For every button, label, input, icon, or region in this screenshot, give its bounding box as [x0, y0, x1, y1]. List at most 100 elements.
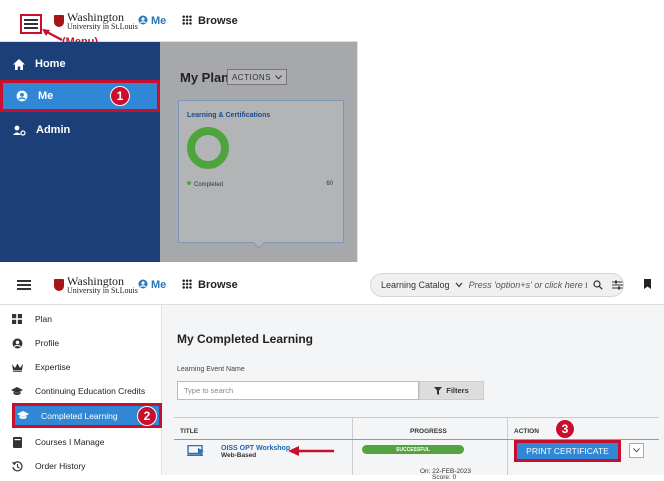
search-placeholder: Press 'option+s' or click here to s: [468, 280, 587, 290]
web-based-course-icon: [187, 445, 204, 456]
learning-event-search-input[interactable]: Type to search: [177, 381, 419, 400]
legend-completed: Completed: [187, 181, 223, 188]
my-plan-main: My Plan ACTIONS Learning & Certification…: [160, 42, 357, 262]
sidebar-item-label: Admin: [36, 124, 71, 136]
chevron-down-icon: [633, 448, 640, 453]
step-3-badge: 3: [555, 419, 575, 439]
crown-icon: [11, 361, 23, 373]
plan-grid-icon: [11, 313, 23, 325]
green-dot-icon: [187, 181, 191, 185]
hamburger-menu-icon[interactable]: [24, 19, 38, 21]
chevron-down-icon: [455, 282, 463, 288]
sidebar-item-label: Expertise: [35, 362, 71, 372]
learning-certifications-card[interactable]: Learning & Certifications Completed 60: [178, 100, 344, 249]
history-icon: [11, 460, 23, 472]
progress-status-badge: SUCCESSFUL: [362, 445, 464, 454]
column-header-progress: PROGRESS: [410, 428, 447, 435]
browse-link[interactable]: Browse: [182, 15, 238, 27]
bookmark-icon[interactable]: [644, 279, 651, 289]
sidebar-item-plan[interactable]: Plan: [0, 307, 162, 331]
more-actions-dropdown[interactable]: [629, 443, 644, 458]
filter-label: Learning Event Name: [177, 366, 245, 373]
logo-line2: University in St.Louis: [67, 286, 138, 295]
book-icon: [11, 436, 23, 448]
table-top-border: [174, 417, 659, 418]
hamburger-menu-icon[interactable]: [17, 280, 31, 282]
sidebar-item-expertise[interactable]: Expertise: [0, 355, 162, 379]
shield-icon: [54, 15, 64, 27]
browse-link[interactable]: Browse: [182, 279, 238, 291]
step-2-badge: 2: [137, 406, 157, 426]
sidebar-item-profile[interactable]: Profile: [0, 331, 162, 355]
sidebar-item-order-history[interactable]: Order History: [0, 454, 162, 478]
top-header: Washington University in St.Louis Me Bro…: [0, 265, 664, 305]
legend-label: Completed: [194, 182, 224, 188]
sidebar-nav: Home Me 1 Admin: [0, 42, 160, 262]
user-circle-icon: [138, 15, 148, 25]
catalog-selector[interactable]: Learning Catalog: [381, 280, 450, 290]
course-title-link[interactable]: OISS OPT Workshop: [221, 445, 290, 452]
sidebar-item-home[interactable]: Home: [0, 48, 160, 80]
search-options-icon[interactable]: [611, 280, 623, 290]
sidebar-item-label: Courses I Manage: [35, 437, 105, 447]
user-circle-icon: [138, 279, 148, 289]
filter-funnel-icon: [434, 386, 443, 395]
menu-button-highlight[interactable]: [20, 14, 42, 34]
sidebar-item-continuing-education-credits[interactable]: Continuing Education Credits: [0, 379, 162, 403]
sidebar-item-courses-i-manage[interactable]: Courses I Manage: [0, 430, 162, 454]
page-title: My Plan: [180, 70, 230, 85]
logo-line2: University in St.Louis: [67, 22, 138, 31]
me-link[interactable]: Me: [138, 15, 166, 27]
sidebar-item-admin[interactable]: Admin: [0, 114, 160, 146]
shield-icon: [54, 279, 64, 291]
search-icon[interactable]: [592, 280, 603, 290]
sidebar-item-label: Completed Learning: [41, 410, 118, 421]
filters-button[interactable]: Filters: [419, 381, 484, 400]
sidebar-item-label: Me: [38, 90, 54, 102]
grid-icon: [182, 15, 192, 25]
user-circle-icon: [16, 90, 28, 102]
completion-donut-chart: [187, 127, 229, 169]
sidebar-item-label: Continuing Education Credits: [35, 386, 146, 396]
actions-label: ACTIONS: [231, 72, 272, 82]
step-1-badge: 1: [110, 86, 130, 106]
sidebar-item-label: Order History: [35, 461, 86, 471]
completion-score: Score: 0: [432, 474, 457, 481]
chevron-down-icon: [275, 74, 282, 80]
column-header-action: ACTION: [514, 428, 539, 435]
print-certificate-button[interactable]: PRINT CERTIFICATE: [514, 440, 621, 462]
me-label: Me: [151, 15, 167, 27]
actions-dropdown[interactable]: ACTIONS: [227, 69, 287, 85]
page-title: My Completed Learning: [177, 332, 314, 346]
global-search-bar[interactable]: Learning Catalog Press 'option+s' or cli…: [370, 273, 624, 297]
card-title: Learning & Certifications: [187, 112, 271, 119]
wustl-logo[interactable]: Washington University in St.Louis: [54, 11, 138, 31]
sidebar-item-label: Plan: [35, 314, 53, 324]
browse-label: Browse: [198, 279, 238, 291]
me-label: Me: [151, 279, 167, 291]
card-pointer: [253, 237, 265, 249]
sidebar-nav: Plan Profile Expertise Continuing Educat…: [0, 305, 162, 475]
course-type: Web-Based: [221, 452, 257, 459]
panel-top: Washington University in St.Louis Me Bro…: [0, 0, 358, 262]
column-header-title: TITLE: [180, 428, 199, 435]
panel-bottom: Washington University in St.Louis Me Bro…: [0, 265, 664, 481]
table-header: TITLE PROGRESS ACTION: [174, 423, 659, 440]
sidebar-item-label: Home: [35, 58, 66, 70]
graduation-cap-icon: [11, 385, 23, 397]
me-link[interactable]: Me: [138, 279, 166, 291]
sidebar-item-label: Profile: [35, 338, 60, 348]
wustl-logo[interactable]: Washington University in St.Louis: [54, 275, 138, 295]
admin-icon: [13, 125, 26, 136]
annotation-arrow-icon: [42, 29, 63, 42]
browse-label: Browse: [198, 15, 238, 27]
home-icon: [13, 58, 25, 70]
graduation-cap-icon: [17, 410, 29, 422]
user-circle-icon: [11, 337, 23, 349]
completed-learning-main: My Completed Learning Learning Event Nam…: [162, 305, 664, 481]
annotation-arrow-icon: [288, 446, 334, 456]
sidebar-item-me[interactable]: Me: [0, 80, 160, 112]
completed-count: 60: [326, 181, 333, 187]
grid-icon: [182, 279, 192, 289]
filters-label: Filters: [446, 386, 469, 395]
